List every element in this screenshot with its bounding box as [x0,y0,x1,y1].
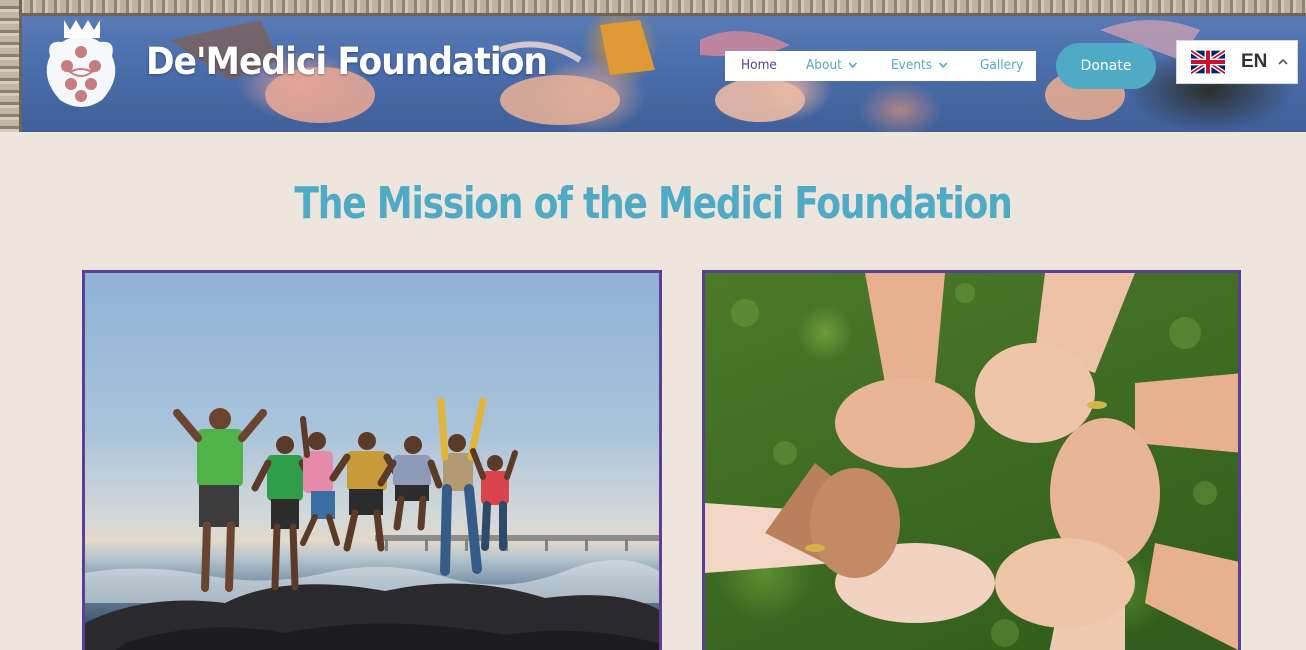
chevron-down-icon [848,62,857,69]
language-code: EN [1241,51,1268,72]
site-title[interactable]: De'Medici Foundation [146,40,548,83]
chevron-up-icon [1278,58,1288,65]
children-jumping-illustration [85,397,659,650]
nav-item-home[interactable]: Home [741,57,777,73]
mission-photo-children [82,270,662,650]
donate-button[interactable]: Donate [1056,43,1156,89]
chevron-down-icon [938,62,948,69]
page-heading: The Mission of the Medici Foundation [294,178,1012,229]
nav-item-gallery-label: Gallery [980,57,1024,73]
uk-flag-icon [1191,50,1225,74]
mission-photo-hands [702,270,1241,650]
nav-item-about[interactable]: About [806,57,858,73]
nav-item-home-label: Home [741,57,777,73]
site-header: De'Medici Foundation Home About Events G… [0,0,1306,132]
medici-crest-icon[interactable] [40,16,122,114]
nav-item-gallery[interactable]: Gallery [980,57,1023,73]
hands-circle-illustration [705,273,1238,650]
language-selector[interactable]: EN [1176,40,1298,84]
main-nav: Home About Events Gallery [725,51,1036,81]
kid-figures [173,397,518,592]
nav-item-events-label: Events [891,57,933,73]
nav-item-about-label: About [806,57,842,73]
nav-item-events[interactable]: Events [891,57,948,73]
